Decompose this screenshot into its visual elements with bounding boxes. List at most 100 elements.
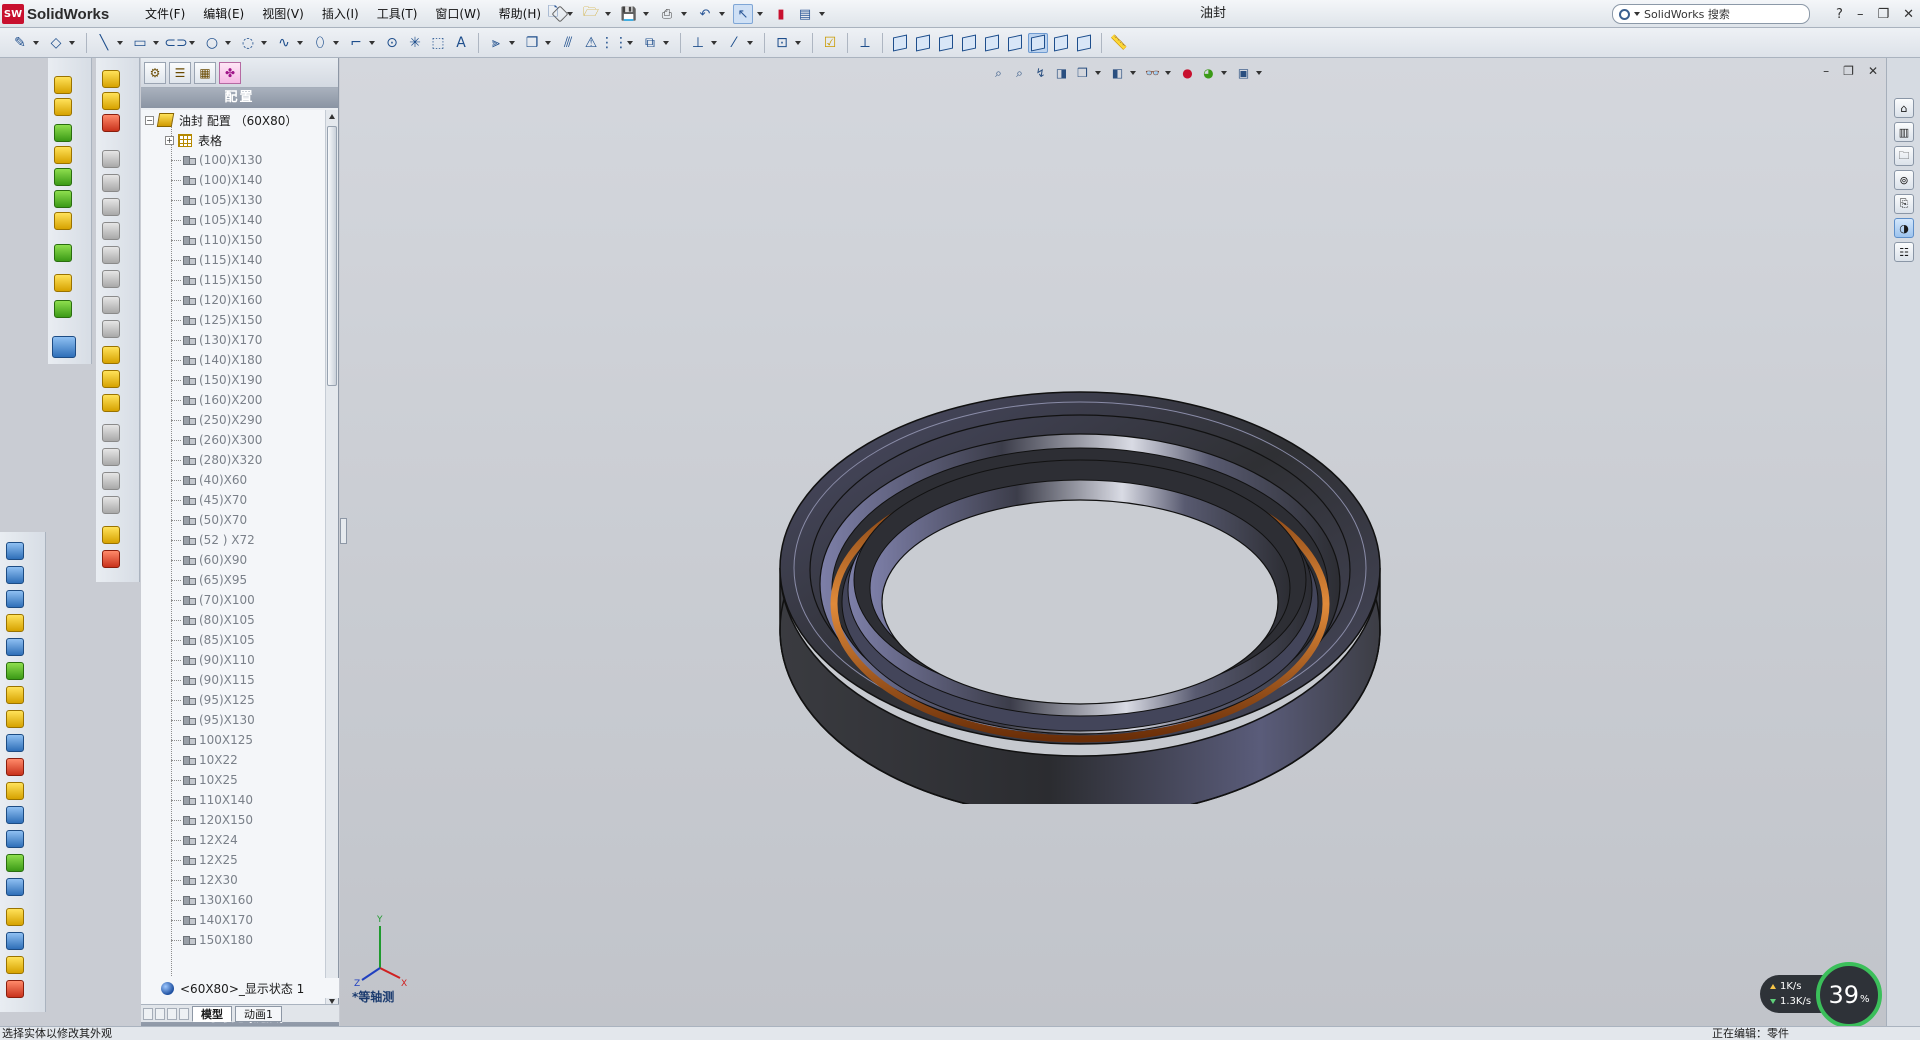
left-view-icon[interactable] [936,33,956,53]
repair-dropdown-icon[interactable] [747,40,753,45]
parting-line-analysis-icon[interactable] [6,830,24,848]
next-tab-icon[interactable] [167,1007,177,1020]
revolved-surface-icon[interactable] [102,92,120,110]
design-library-icon[interactable]: ▥ [1894,122,1914,142]
costing-icon[interactable] [6,980,24,998]
menu-file[interactable]: 文件(F) [136,0,194,28]
mass-properties-icon[interactable] [6,590,24,608]
configuration-item[interactable]: (280)X320 [141,450,325,470]
tree-table-node[interactable]: + 表格 [141,130,325,150]
configuration-item[interactable]: (95)X125 [141,690,325,710]
extrude-boss-icon[interactable] [54,76,72,94]
configuration-item[interactable]: (95)X130 [141,710,325,730]
isometric-view-icon[interactable] [1028,32,1048,53]
slot-icon[interactable]: ⊂⊃ [164,33,187,53]
view-palette-icon[interactable]: ⎘ [1894,194,1914,214]
configuration-item[interactable]: (140)X180 [141,350,325,370]
configuration-item[interactable]: (85)X105 [141,630,325,650]
symmetry-check-icon[interactable] [6,908,24,926]
viewport-restore-button[interactable]: ❐ [1843,64,1854,78]
configuration-item[interactable]: (115)X140 [141,250,325,270]
configuration-item[interactable]: 110X140 [141,790,325,810]
extend-surface-icon[interactable] [102,346,120,364]
undo-dropdown-icon[interactable] [719,12,725,16]
menu-edit[interactable]: 编辑(E) [194,0,253,28]
configuration-item[interactable]: (130)X170 [141,330,325,350]
rectangle-icon[interactable]: ▭ [130,33,150,53]
circle-dropdown-icon[interactable] [225,40,231,45]
section-properties-icon[interactable] [6,614,24,632]
fillet-icon[interactable]: ⌐ [346,33,366,53]
quick-snaps-icon[interactable]: ⊡ [772,33,792,53]
curves-icon[interactable] [54,300,72,318]
import-diagnostics-icon[interactable] [6,686,24,704]
open-folder-icon[interactable]: 🗁 [581,4,601,24]
hide-show-items-icon[interactable]: 👓 [1144,65,1161,82]
menu-insert[interactable]: 插入(I) [313,0,368,28]
normal-to-icon[interactable]: ⟂ [855,33,875,53]
measure-icon[interactable]: 📏 [1109,33,1129,53]
configuration-item[interactable]: (110)X150 [141,230,325,250]
spline-icon[interactable]: ∿ [274,33,294,53]
trimetric-view-icon[interactable] [1051,33,1071,53]
configuration-item[interactable]: (250)X290 [141,410,325,430]
ellipse-icon[interactable]: ⬯ [310,33,330,53]
configuration-item[interactable]: (70)X100 [141,590,325,610]
view-settings-dropdown-icon[interactable] [1256,71,1262,75]
mirror-icon[interactable]: ⚠ [581,33,601,53]
sketch-dropdown-icon[interactable] [33,40,39,45]
linear-pattern-feature-icon[interactable] [54,244,72,262]
configuration-item[interactable]: (90)X115 [141,670,325,690]
arc-dropdown-icon[interactable] [261,40,267,45]
cut-with-surface-icon[interactable] [102,526,120,544]
apply-scene-icon[interactable]: ◕ [1200,65,1217,82]
select-pointer-icon[interactable]: ↖ [733,4,753,24]
tree-root[interactable]: − 油封 配置 （60X80） [141,110,325,130]
rebuild-icon[interactable]: ▮ [771,4,791,24]
display-style-dropdown-icon[interactable] [1130,71,1136,75]
design-checker-icon[interactable] [6,932,24,950]
check-entity-icon[interactable] [6,638,24,656]
fillet-dropdown-icon[interactable] [369,40,375,45]
display-style-icon[interactable]: ◧ [1109,65,1126,82]
print-icon[interactable]: ⎙ [657,4,677,24]
point-icon[interactable]: ⊙ [382,33,402,53]
configuration-item[interactable]: (260)X300 [141,430,325,450]
display-state-item[interactable]: <60X80>_显示状态 1 [141,978,339,998]
expand-icon[interactable]: + [165,135,174,145]
front-view-icon[interactable] [890,33,910,53]
save-icon[interactable]: 💾 [619,4,639,24]
close-button[interactable]: ✕ [1903,7,1914,22]
configuration-item[interactable]: (40)X60 [141,470,325,490]
restore-button[interactable]: ❐ [1877,7,1889,22]
top-view-icon[interactable] [982,33,1002,53]
configuration-item[interactable]: 12X24 [141,830,325,850]
panel-splitter-handle[interactable] [340,518,347,544]
right-view-icon[interactable] [959,33,979,53]
property-manager-tab-icon[interactable]: ☰ [169,61,191,84]
reference-geometry-icon[interactable] [54,274,72,292]
configuration-item[interactable]: 10X22 [141,750,325,770]
minimize-button[interactable]: – [1857,7,1864,22]
configuration-item[interactable]: (45)X70 [141,490,325,510]
rapid-sketch-icon[interactable]: ☑ [820,33,840,53]
undo-icon[interactable]: ↶ [695,4,715,24]
text-icon[interactable]: A [451,33,471,53]
repair-sketch-icon[interactable]: ⁄ [724,33,744,53]
trim-dropdown-icon[interactable] [509,40,515,45]
convert-dropdown-icon[interactable] [545,40,551,45]
swept-surface-icon[interactable] [102,114,120,132]
view-orientation-icon[interactable]: ❒ [1074,65,1091,82]
section-view-icon[interactable]: ◨ [1053,65,1070,82]
configuration-item[interactable]: (100)X140 [141,170,325,190]
open-dropdown-icon[interactable] [605,12,611,16]
configuration-item[interactable]: (150)X190 [141,370,325,390]
snaps-dropdown-icon[interactable] [795,40,801,45]
thicken-cut-icon[interactable] [102,550,120,568]
rectangle-dropdown-icon[interactable] [153,40,159,45]
first-tab-icon[interactable] [143,1007,153,1020]
configuration-item[interactable]: (100)X130 [141,150,325,170]
display-relations-icon[interactable]: ⊥ [688,33,708,53]
zebra-stripes-icon[interactable] [6,758,24,776]
centerline-icon[interactable]: ✳ [405,33,425,53]
